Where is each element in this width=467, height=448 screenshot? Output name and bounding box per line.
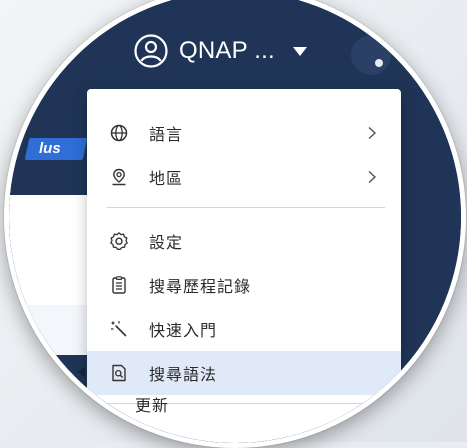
settings-icon <box>109 231 129 251</box>
magnifier-lens: QNAP ... lus 語言 地區 設定 搜尋歷程記錄 快速入門 搜尋語法 更… <box>4 0 466 448</box>
menu-item-partial-label: 更新 <box>135 396 170 415</box>
menu-item-label: 地區 <box>149 169 184 188</box>
menu-item-label: 搜尋語法 <box>149 365 218 384</box>
account-name: QNAP ... <box>179 37 275 64</box>
left-arrow-icon <box>77 367 85 377</box>
menu-item-label: 設定 <box>149 233 184 252</box>
menu-item-label: 快速入門 <box>149 321 218 340</box>
location-pin-icon <box>109 167 129 187</box>
globe-icon <box>109 123 129 143</box>
menu-item-quick-start[interactable]: 快速入門 <box>87 307 401 351</box>
magic-wand-icon <box>109 319 129 339</box>
menu-divider <box>107 207 385 208</box>
user-circle-icon <box>134 34 168 68</box>
menu-item-label: 搜尋歷程記錄 <box>149 277 252 296</box>
menu-item-region[interactable]: 地區 <box>87 155 401 199</box>
plan-badge-text: lus <box>39 140 61 157</box>
header-action-indicator <box>375 59 383 67</box>
account-menu-button[interactable]: QNAP ... <box>133 31 307 71</box>
caret-down-icon <box>292 46 307 56</box>
chevron-right-icon <box>365 170 379 184</box>
header-action-button[interactable] <box>351 35 391 75</box>
left-content-strip <box>9 305 87 355</box>
chevron-right-icon <box>365 126 379 140</box>
lens-content: QNAP ... lus 語言 地區 設定 搜尋歷程記錄 快速入門 搜尋語法 更… <box>9 5 461 443</box>
menu-item-label: 語言 <box>149 125 184 144</box>
search-document-icon <box>109 363 129 383</box>
menu-item-language[interactable]: 語言 <box>87 111 401 155</box>
menu-item-settings[interactable]: 設定 <box>87 219 401 263</box>
menu-item-search-syntax[interactable]: 搜尋語法 <box>87 351 401 395</box>
clipboard-icon <box>109 275 129 295</box>
menu-item-search-history[interactable]: 搜尋歷程記錄 <box>87 263 401 307</box>
